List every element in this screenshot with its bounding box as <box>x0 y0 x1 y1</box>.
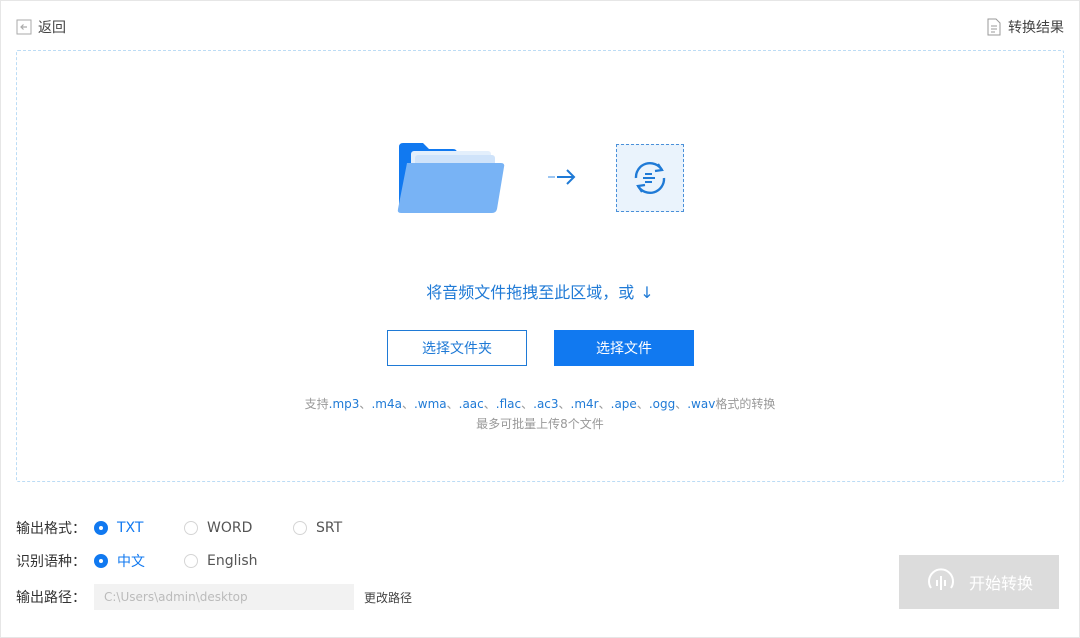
format-item: .ac3 <box>533 397 559 411</box>
format-item: .m4a <box>371 397 402 411</box>
radio-indicator <box>94 554 108 568</box>
upload-limit-text: 最多可批量上传8个文件 <box>476 417 604 431</box>
recognition-language-label: 识别语种： <box>16 554 86 570</box>
back-button[interactable]: 返回 <box>16 17 66 37</box>
support-suffix: 格式的转换 <box>715 397 776 411</box>
conversion-results-button[interactable]: 转换结果 <box>986 17 1064 37</box>
output-format-row: 输出格式： TXT WORD SRT <box>16 518 342 538</box>
drop-prompt-text: 将音频文件拖拽至此区域，或 <box>426 283 635 302</box>
top-bar: 返回 转换结果 <box>1 1 1079 49</box>
arrow-right-icon <box>548 169 576 185</box>
format-option-label: SRT <box>316 520 343 536</box>
waveform-icon <box>928 568 954 590</box>
output-format-label: 输出格式： <box>16 521 86 537</box>
arrow-down-icon: ↓ <box>640 283 654 302</box>
language-option-english[interactable]: English <box>184 553 258 569</box>
supported-formats: 支持.mp3、.m4a、.wma、.aac、.flac、.ac3、.m4r、.a… <box>304 397 776 411</box>
format-item: .ogg <box>648 397 676 411</box>
results-label: 转换结果 <box>1008 20 1064 36</box>
start-conversion-label: 开始转换 <box>968 574 1033 593</box>
start-conversion-button[interactable]: 开始转换 <box>899 555 1059 609</box>
output-path-row: 输出路径： 更改路径 <box>16 584 412 610</box>
radio-indicator <box>184 521 198 535</box>
format-item: .ape <box>610 397 637 411</box>
format-item: .aac <box>458 397 484 411</box>
recognition-language-row: 识别语种： 中文 English <box>16 551 258 571</box>
language-option-label: 中文 <box>117 554 145 570</box>
file-drop-zone[interactable]: 将音频文件拖拽至此区域，或 ↓ 选择文件夹 选择文件 支持.mp3、.m4a、.w… <box>16 50 1064 482</box>
change-path-link[interactable]: 更改路径 <box>364 589 412 606</box>
format-item: .m4r <box>570 397 599 411</box>
radio-indicator <box>184 554 198 568</box>
format-option-txt[interactable]: TXT <box>94 520 184 536</box>
drop-prompt: 将音频文件拖拽至此区域，或 ↓ <box>17 279 1063 303</box>
language-option-chinese[interactable]: 中文 <box>94 551 184 571</box>
format-option-word[interactable]: WORD <box>184 520 293 536</box>
format-option-label: WORD <box>207 520 253 536</box>
support-prefix: 支持 <box>304 397 329 411</box>
back-icon <box>16 19 32 35</box>
select-file-button[interactable]: 选择文件 <box>554 330 694 366</box>
back-label: 返回 <box>38 20 66 36</box>
format-item: .flac <box>495 397 522 411</box>
format-item: .wma <box>413 397 447 411</box>
select-file-label: 选择文件 <box>596 341 652 357</box>
select-folder-button[interactable]: 选择文件夹 <box>387 330 527 366</box>
format-option-label: TXT <box>117 520 144 536</box>
radio-indicator <box>293 521 307 535</box>
folder-icon <box>397 143 505 213</box>
format-item: .wav <box>687 397 716 411</box>
output-path-input[interactable] <box>94 584 354 610</box>
convert-icon <box>634 162 666 194</box>
format-option-srt[interactable]: SRT <box>293 520 342 536</box>
output-path-label: 输出路径： <box>16 590 86 606</box>
convert-target <box>616 144 684 212</box>
radio-indicator <box>94 521 108 535</box>
format-item: .mp3 <box>328 397 360 411</box>
document-icon <box>987 18 1001 36</box>
language-option-label: English <box>207 553 258 569</box>
upload-illustration <box>397 139 707 229</box>
select-folder-label: 选择文件夹 <box>422 341 492 357</box>
